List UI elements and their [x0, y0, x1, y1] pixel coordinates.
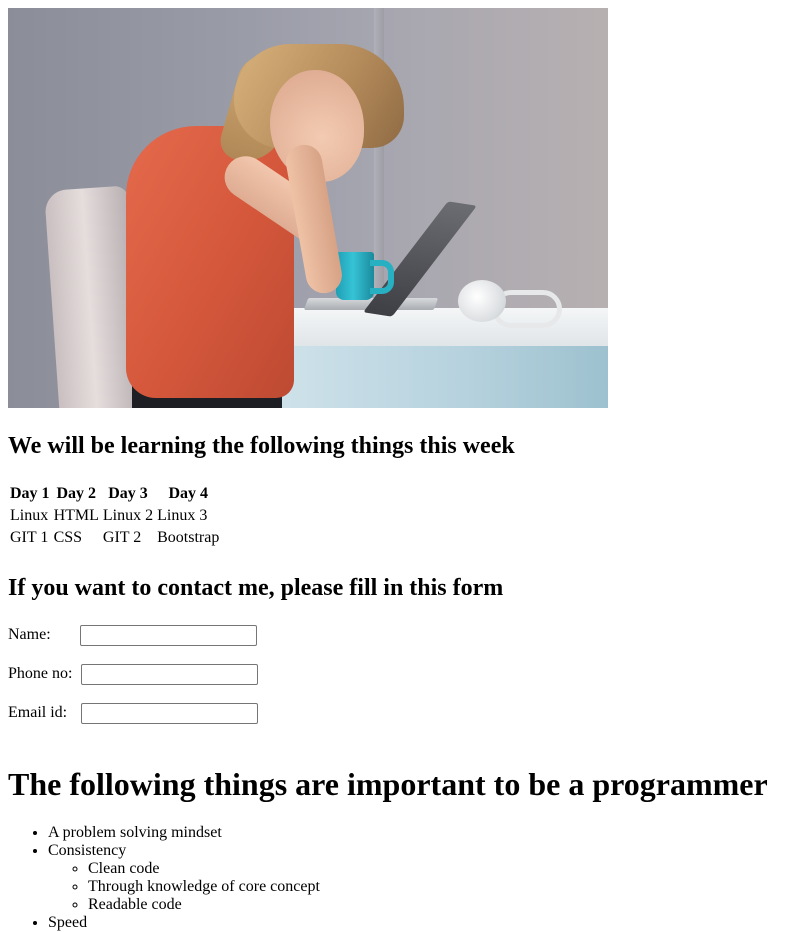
hero-image	[8, 8, 608, 408]
list-item: A problem solving mindset	[48, 824, 781, 842]
table-cell: CSS	[53, 529, 83, 546]
schedule-header-cell: Day 1	[10, 485, 50, 502]
phone-label: Phone no:	[8, 665, 73, 682]
name-field[interactable]	[80, 624, 257, 646]
schedule-header-cell: Day 2	[56, 485, 96, 502]
sub-list-item: Through knowledge of core concept	[88, 878, 781, 896]
schedule-header-cell: Day 4	[168, 485, 208, 502]
name-label: Name:	[8, 626, 51, 643]
table-row: GIT 1 CSS GIT 2 Bootstrap	[9, 528, 220, 548]
list-item-text: Speed	[48, 914, 88, 931]
important-list: A problem solving mindset Consistency Cl…	[8, 824, 781, 932]
table-row: Linux HTML Linux 2 Linux 3	[9, 506, 220, 526]
email-label: Email id:	[8, 704, 68, 721]
page-content: We will be learning the following things…	[8, 8, 781, 932]
schedule-heading: We will be learning the following things…	[8, 433, 515, 459]
schedule-table: Day 1 Day 2 Day 3 Day 4 Linux HTML Linux…	[7, 482, 222, 550]
sub-list-item: Readable code	[88, 896, 781, 914]
sub-list: Clean code Through knowledge of core con…	[48, 860, 781, 914]
list-item-text: Consistency	[48, 842, 127, 859]
form-row-phone: Phone no:	[8, 663, 781, 685]
sub-list-item: Clean code	[88, 860, 781, 878]
table-cell: GIT 2	[102, 529, 142, 546]
schedule-header-cell: Day 3	[108, 485, 148, 502]
programmer-heading: The following things are important to be…	[8, 766, 768, 802]
table-cell: HTML	[53, 507, 99, 524]
table-cell: GIT 1	[10, 529, 49, 546]
schedule-header-row: Day 1 Day 2 Day 3 Day 4	[9, 484, 220, 504]
table-cell: Linux 3	[157, 507, 208, 524]
email-field[interactable]	[81, 702, 258, 724]
table-cell: Linux	[10, 507, 49, 524]
table-cell: Linux 2	[102, 507, 154, 524]
table-cell: Bootstrap	[157, 529, 220, 546]
phone-field[interactable]	[81, 663, 258, 685]
form-row-email: Email id:	[8, 702, 781, 724]
list-item: Consistency Clean code Through knowledge…	[48, 842, 781, 914]
list-item: Speed	[48, 914, 781, 932]
headphones	[458, 280, 506, 322]
desk-body	[276, 346, 608, 408]
mug-handle	[370, 260, 394, 294]
form-row-name: Name:	[8, 624, 781, 646]
contact-form: Name: Phone no: Email id:	[8, 624, 781, 724]
list-item-text: A problem solving mindset	[48, 824, 222, 841]
contact-heading: If you want to contact me, please fill i…	[8, 575, 504, 601]
